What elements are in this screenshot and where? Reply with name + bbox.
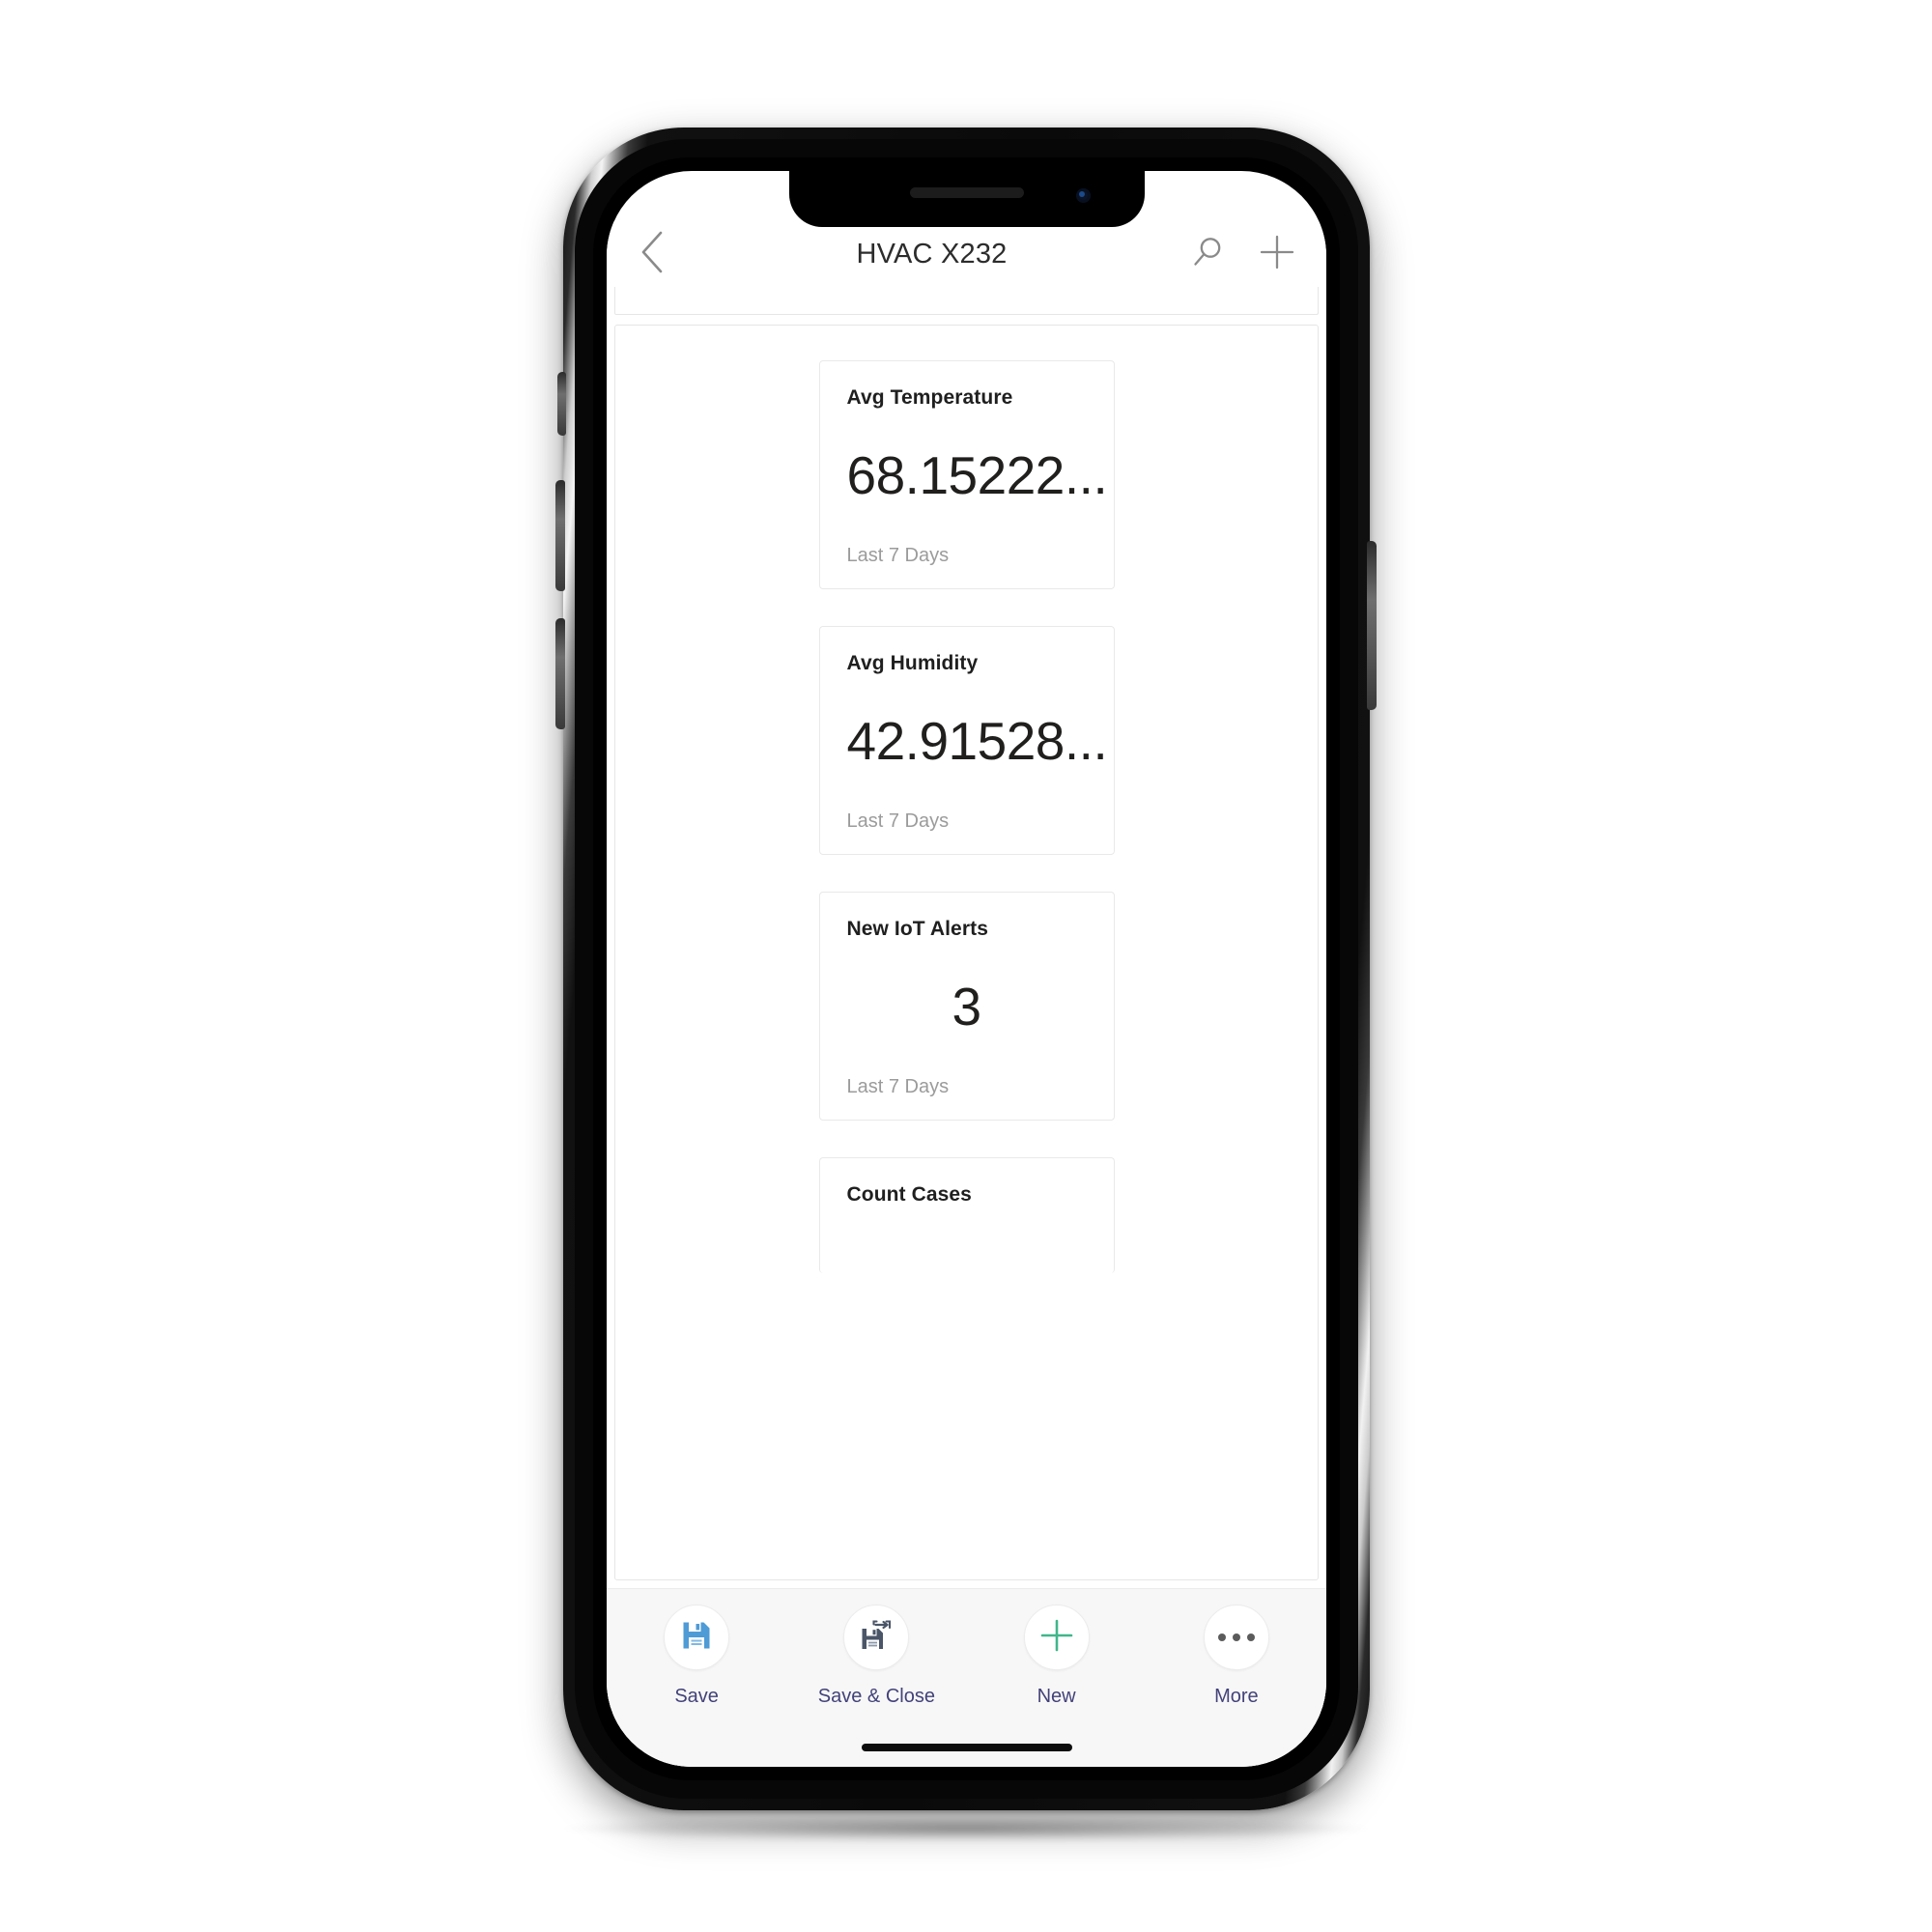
kpi-timeframe-label: Last 7 Days xyxy=(846,545,950,566)
add-record-button[interactable] xyxy=(1247,224,1307,284)
silent-switch[interactable] xyxy=(557,372,566,436)
command-save-button[interactable] xyxy=(664,1605,730,1670)
kpi-card-count-cases[interactable]: Count Cases xyxy=(818,1157,1115,1273)
command-new-label: New xyxy=(1037,1686,1076,1707)
command-save-and-close[interactable]: Save & Close xyxy=(804,1605,949,1708)
kpi-title: Count Cases xyxy=(846,1183,972,1206)
save-icon xyxy=(680,1619,713,1657)
command-save-and-close-label: Save & Close xyxy=(817,1686,935,1707)
command-save[interactable]: Save xyxy=(624,1605,769,1708)
volume-up-button[interactable] xyxy=(555,480,565,591)
power-button[interactable] xyxy=(1367,541,1377,710)
phone-screen: HVAC X232 Avg Temperature 68.15222... La… xyxy=(607,171,1326,1767)
chevron-left-icon xyxy=(638,230,667,279)
command-new-button[interactable] xyxy=(1023,1605,1090,1670)
plus-icon xyxy=(1038,1617,1075,1659)
search-icon xyxy=(1188,233,1227,276)
form-content[interactable]: Avg Temperature 68.15222... Last 7 Days … xyxy=(607,287,1326,1767)
command-save-label: Save xyxy=(674,1686,719,1707)
screenshot-root: HVAC X232 Avg Temperature 68.15222... La… xyxy=(0,0,1932,1932)
command-more-label: More xyxy=(1214,1686,1259,1707)
plus-icon xyxy=(1257,232,1297,277)
kpi-value-wrap: 68.15222... xyxy=(847,419,1108,531)
command-more[interactable]: More xyxy=(1164,1605,1309,1708)
kpi-value: 42.91528... xyxy=(846,710,1108,771)
kpi-value-wrap: 3 xyxy=(847,951,1087,1063)
page-title: HVAC X232 xyxy=(856,238,1008,270)
search-button[interactable] xyxy=(1178,224,1237,284)
command-bar: Save Save & Close New More xyxy=(607,1588,1326,1767)
kpi-card-new-iot-alerts[interactable]: New IoT Alerts 3 Last 7 Days xyxy=(818,892,1115,1121)
app-navbar: HVAC X232 xyxy=(607,221,1326,287)
kpi-value: 3 xyxy=(952,976,981,1037)
kpi-value: 68.15222... xyxy=(846,444,1108,505)
earpiece-speaker xyxy=(909,187,1024,198)
device-shadow xyxy=(565,1816,1367,1841)
kpi-card-avg-humidity[interactable]: Avg Humidity 42.91528... Last 7 Days xyxy=(818,626,1115,855)
volume-down-button[interactable] xyxy=(555,618,565,729)
home-indicator[interactable] xyxy=(861,1744,1072,1751)
back-button[interactable] xyxy=(618,230,686,279)
kpi-card-avg-temperature[interactable]: Avg Temperature 68.15222... Last 7 Days xyxy=(818,360,1115,589)
kpi-value-wrap: 42.91528... xyxy=(847,685,1108,797)
form-section-header-strip xyxy=(614,287,1319,315)
command-more-button[interactable] xyxy=(1203,1605,1269,1670)
kpi-timeframe-label: Last 7 Days xyxy=(846,1076,950,1097)
front-camera xyxy=(1075,188,1091,203)
save-and-close-icon xyxy=(860,1619,893,1657)
command-new[interactable]: New xyxy=(984,1605,1129,1708)
kpi-timeframe-label: Last 7 Days xyxy=(846,810,950,832)
kpi-title: New IoT Alerts xyxy=(846,918,988,940)
command-save-and-close-button[interactable] xyxy=(843,1605,910,1670)
navbar-actions xyxy=(1178,224,1307,284)
dashboard-panel: Avg Temperature 68.15222... Last 7 Days … xyxy=(614,325,1319,1580)
kpi-title: Avg Temperature xyxy=(846,386,1013,409)
ellipsis-icon xyxy=(1217,1634,1255,1641)
device-notch xyxy=(788,171,1145,227)
kpi-title: Avg Humidity xyxy=(846,652,979,674)
